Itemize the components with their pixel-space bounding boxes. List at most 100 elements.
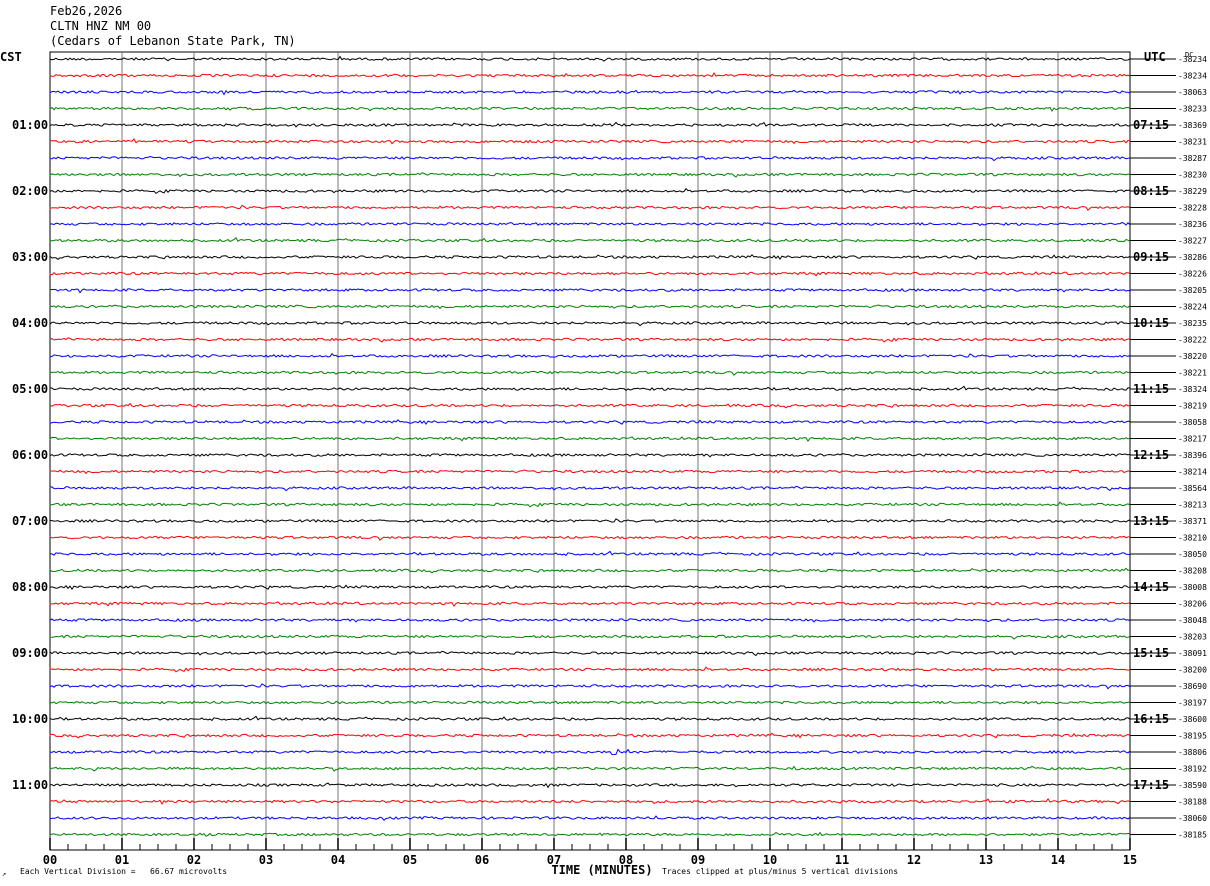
trace-dc-offset-20: -38324 (1178, 385, 1207, 394)
right-hour-label-10: 17:15 (1133, 778, 1169, 792)
seismic-trace-26 (49, 485, 1131, 492)
left-hour-label-0: 01:00 (12, 118, 48, 132)
seismic-trace-39 (49, 700, 1131, 705)
seismic-trace-47 (49, 831, 1130, 837)
right-hour-label-6: 13:15 (1133, 514, 1169, 528)
seismic-trace-33 (49, 601, 1131, 607)
right-hour-label-7: 14:15 (1133, 580, 1169, 594)
x-tick-label-15: 15 (1123, 853, 1137, 867)
trace-dc-offset-4: -38369 (1178, 121, 1207, 130)
seismic-trace-35 (49, 634, 1131, 640)
trace-dc-offset-15: -38224 (1178, 303, 1207, 312)
trace-dc-offset-40: -38600 (1178, 715, 1207, 724)
x-tick-label-2: 02 (187, 853, 201, 867)
seismic-trace-30 (49, 550, 1131, 557)
right-hour-label-2: 09:15 (1133, 250, 1169, 264)
trace-dc-offset-11: -38227 (1178, 237, 1207, 246)
left-hour-label-5: 06:00 (12, 448, 48, 462)
seismic-trace-19 (49, 370, 1131, 376)
trace-dc-offset-22: -38058 (1178, 418, 1207, 427)
seismic-trace-17 (49, 337, 1131, 343)
x-tick-label-10: 10 (763, 853, 777, 867)
trace-dc-offset-41: -38195 (1178, 732, 1207, 741)
seismic-trace-20 (49, 385, 1131, 392)
x-tick-label-5: 05 (403, 853, 417, 867)
seismic-trace-9 (49, 204, 1131, 211)
seismic-trace-16 (49, 321, 1131, 327)
trace-dc-offset-45: -38188 (1178, 798, 1207, 807)
seismic-trace-46 (49, 815, 1131, 822)
x-tick-label-1: 01 (115, 853, 129, 867)
trace-dc-offset-8: -38229 (1178, 187, 1207, 196)
trace-dc-offset-16: -38235 (1178, 319, 1207, 328)
right-hour-label-3: 10:15 (1133, 316, 1169, 330)
x-tick-label-0: 00 (43, 853, 57, 867)
trace-dc-offset-47: -38185 (1178, 831, 1207, 840)
trace-dc-offset-23: -38217 (1178, 435, 1207, 444)
trace-dc-offset-3: -38233 (1178, 105, 1207, 114)
trace-dc-offset-36: -38091 (1178, 649, 1207, 658)
x-tick-label-4: 04 (331, 853, 345, 867)
seismic-trace-36 (49, 650, 1131, 657)
seismic-trace-28 (49, 518, 1131, 524)
seismic-trace-31 (49, 567, 1131, 574)
trace-dc-offset-39: -38197 (1178, 699, 1207, 708)
seismic-trace-18 (49, 352, 1131, 358)
trace-dc-offset-1: -38234 (1178, 72, 1207, 81)
seismic-trace-42 (49, 748, 1131, 756)
trace-dc-offset-31: -38208 (1178, 567, 1207, 576)
trace-dc-offset-46: -38060 (1178, 814, 1207, 823)
seismic-trace-40 (49, 715, 1131, 722)
trace-dc-offset-35: -38203 (1178, 633, 1207, 642)
seismic-trace-45 (49, 798, 1131, 805)
seismic-trace-43 (49, 765, 1131, 772)
trace-dc-offset-10: -38236 (1178, 220, 1207, 229)
trace-dc-offset-29: -38210 (1178, 534, 1207, 543)
clip-note: Traces clipped at plus/minus 5 vertical … (662, 867, 899, 876)
x-tick-label-12: 12 (907, 853, 921, 867)
seismic-trace-11 (49, 237, 1131, 243)
seismic-trace-24 (49, 453, 1131, 458)
seismic-trace-3 (49, 106, 1131, 112)
seismic-trace-7 (49, 172, 1131, 178)
trace-dc-offset-27: -38213 (1178, 501, 1207, 510)
left-hour-label-10: 11:00 (12, 778, 48, 792)
trace-dc-offset-42: -38806 (1178, 748, 1207, 757)
trace-dc-offset-5: -38231 (1178, 138, 1207, 147)
seismic-trace-41 (49, 732, 1131, 739)
trace-dc-offset-24: -38396 (1178, 451, 1207, 460)
seismic-trace-15 (49, 304, 1131, 310)
logo-mark: ↗ (2, 870, 7, 878)
trace-dc-offset-34: -38048 (1178, 616, 1207, 625)
trace-dc-offset-7: -38230 (1178, 171, 1207, 180)
trace-dc-offset-38: -38690 (1178, 682, 1207, 691)
trace-dc-offset-30: -38050 (1178, 550, 1207, 559)
left-hour-label-7: 08:00 (12, 580, 48, 594)
seismic-trace-1 (49, 72, 1131, 78)
x-tick-label-3: 03 (259, 853, 273, 867)
seismic-trace-37 (49, 666, 1130, 673)
x-tick-label-9: 09 (691, 853, 705, 867)
seismic-trace-23 (49, 436, 1131, 442)
seismic-trace-21 (49, 402, 1131, 409)
trace-dc-offset-26: -38564 (1178, 484, 1207, 493)
seismic-trace-4 (49, 121, 1131, 128)
right-timezone-label: UTC (1144, 50, 1166, 64)
seismic-trace-13 (49, 271, 1131, 277)
left-timezone-label: CST (0, 50, 22, 64)
x-tick-label-11: 11 (835, 853, 849, 867)
trace-dc-offset-43: -38192 (1178, 765, 1207, 774)
trace-dc-offset-18: -38220 (1178, 352, 1207, 361)
trace-dc-offset-2: -38063 (1178, 88, 1207, 97)
seismic-trace-12 (49, 254, 1131, 261)
trace-dc-offset-33: -38206 (1178, 600, 1207, 609)
left-hour-label-8: 09:00 (12, 646, 48, 660)
seismic-trace-10 (49, 221, 1131, 227)
trace-dc-offset-17: -38222 (1178, 336, 1207, 345)
seismic-trace-8 (49, 187, 1131, 195)
right-hour-label-1: 08:15 (1133, 184, 1169, 198)
seismic-trace-5 (49, 138, 1130, 145)
right-hour-label-8: 15:15 (1133, 646, 1169, 660)
trace-dc-offset-6: -38287 (1178, 154, 1207, 163)
left-hour-label-1: 02:00 (12, 184, 48, 198)
